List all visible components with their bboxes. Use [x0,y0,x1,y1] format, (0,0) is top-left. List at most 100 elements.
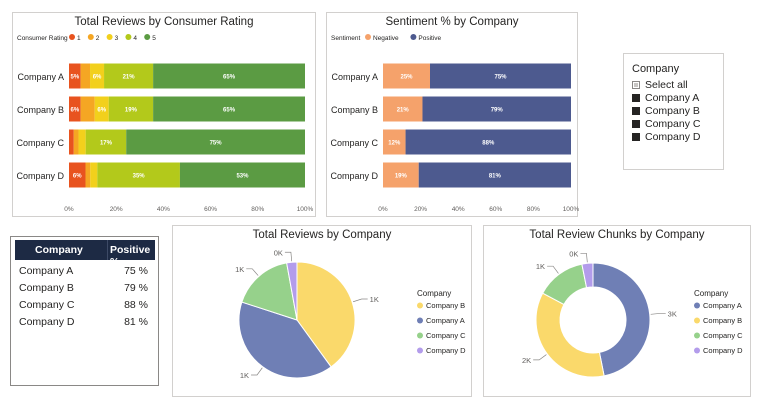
bar-segment [90,162,98,188]
data-label: 75% [210,141,223,147]
category-label: Company C [330,138,378,148]
x-tick-label: 60% [489,206,502,213]
legend-label: 5 [152,35,156,42]
leader-line [547,265,559,274]
pie-chart[interactable]: 1K 1K 1K 0K Company Company B Company A Company… [173,226,473,398]
data-label: 21% [123,75,136,81]
category-label: Company A [331,72,378,82]
x-tick-label: 60% [204,206,217,213]
legend-label: 3 [115,35,119,42]
bar-segment [85,162,91,188]
slicer-item-label: Select all [645,79,688,91]
data-label: 79% [491,108,504,114]
slicer-item-company-a[interactable]: Company A [632,91,699,105]
data-label: 25% [400,75,413,81]
legend-marker [694,302,700,309]
slicer-item-company-c[interactable]: Company C [632,117,700,131]
table-cell-company: Company D [19,316,75,328]
x-tick-label: 80% [527,206,540,213]
legend-marker [417,347,423,354]
category-label: Company C [16,138,64,148]
x-tick-label: 20% [110,206,123,213]
pie-chart-panel[interactable]: Total Reviews by Company 1K 1K 1K 0K Company… [172,225,472,397]
company-c-checkbox[interactable] [632,120,640,128]
positive-table-panel[interactable]: Company Positive % Company A 75 % Compan… [10,236,159,386]
slice-data-label: 1K [235,265,244,274]
x-tick-label: 100% [563,206,579,213]
legend-marker [365,34,371,40]
x-tick-label: 0% [64,206,74,213]
legend-marker [417,302,423,309]
sentiment-chart-panel[interactable]: Sentiment % by Company Sentiment Negative… [326,12,579,218]
pie-slice [592,262,651,377]
legend-label: 2 [96,35,100,42]
rating-chart[interactable]: Consumer Rating 1 2 3 4 5 Company A 5% 6% 21% 65% C… [13,13,317,218]
data-label: 5% [71,75,80,81]
leader-line [580,252,588,263]
bar-segment [73,129,79,155]
legend-label: Company C [426,331,466,340]
slicer-item-select-all[interactable]: Select all [632,78,688,92]
company-b-checkbox[interactable] [632,107,640,115]
category-label: Company D [16,171,64,181]
sentiment-chart[interactable]: Sentiment Negative Positive Company A 25% 75%… [327,13,579,218]
legend-marker [417,332,423,339]
data-label: 19% [125,108,138,114]
slice-data-label: 2K [522,356,531,365]
leader-line [284,251,293,262]
table-cell-positive: 79 % [124,282,148,294]
slicer-item-company-d[interactable]: Company D [632,130,700,144]
legend-title: Company [694,289,728,298]
data-label: 88% [482,141,495,147]
legend-label: Company B [703,316,742,325]
data-label: 6% [73,174,82,180]
legend-label: Company D [426,346,466,355]
category-label: Company D [330,171,378,181]
slice-data-label: 1K [370,295,379,304]
slicer-title: Company [632,63,680,75]
select-all-checkbox[interactable] [632,81,640,89]
slice-data-label: 1K [536,262,545,271]
legend-marker [694,317,700,324]
legend-marker [125,34,132,40]
slice-data-label: 0K [569,249,578,258]
slicer-item-label: Company D [645,131,701,143]
legend-marker [106,34,113,40]
table-header-divider [107,240,108,260]
legend-label: Company D [703,346,743,355]
bar-segment [80,63,91,89]
table-header-row: Company Positive % [15,240,155,268]
donut-chart-panel[interactable]: Total Review Chunks by Company 3K 2K 1K 0K C… [483,225,751,397]
data-label: 81% [489,174,502,180]
company-slicer[interactable]: Company Select all Company A Company B C… [623,53,724,170]
data-label: 6% [93,75,102,81]
pie-slice [535,292,605,378]
legend-marker [417,317,423,324]
category-label: Company A [17,72,64,82]
table-cell-positive: 81 % [124,316,148,328]
company-d-checkbox[interactable] [632,133,640,141]
rating-chart-panel[interactable]: Total Reviews by Consumer Rating Consume… [12,12,316,217]
data-label: 65% [223,108,236,114]
x-tick-label: 20% [414,206,427,213]
data-label: 12% [388,141,401,147]
legend-marker [694,332,700,339]
slicer-item-company-b[interactable]: Company B [632,104,700,118]
legend-label: Positive [418,35,441,42]
table-header-company[interactable]: Company [35,244,83,256]
leader-line [251,367,263,376]
data-label: 75% [494,75,507,81]
donut-chart[interactable]: 3K 2K 1K 0K Company Company A Company B Company… [484,226,752,398]
legend-label: Company B [426,301,465,310]
x-tick-label: 40% [452,206,465,213]
legend-marker [694,347,700,354]
data-label: 21% [397,108,410,114]
x-tick-label: 100% [297,206,314,213]
data-label: 17% [100,141,113,147]
legend-label: 1 [77,35,81,42]
company-a-checkbox[interactable] [632,94,640,102]
data-label: 6% [71,108,80,114]
slicer-item-label: Company C [645,118,701,130]
slice-data-label: 3K [668,309,677,318]
data-label: 53% [236,174,249,180]
